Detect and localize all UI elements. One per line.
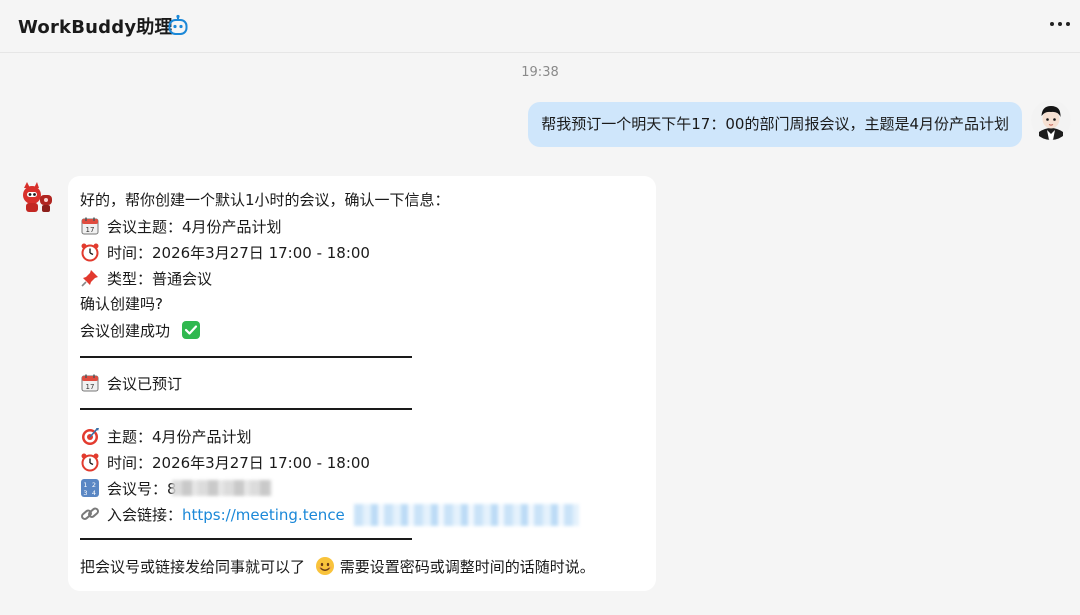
topic-row: 17 会议主题：4月份产品计划: [80, 216, 282, 237]
divider-line: [80, 356, 412, 358]
svg-text:17: 17: [86, 383, 95, 391]
message-timestamp: 19:38: [521, 65, 559, 80]
alarm-clock-icon: [81, 243, 99, 262]
subject-row: 主题：4月份产品计划: [80, 426, 252, 447]
bot-intro-text: 好的，帮你创建一个默认1小时的会议，确认一下信息：: [80, 191, 450, 209]
type-row: 类型：普通会议: [80, 268, 212, 289]
success-text: 会议创建成功: [80, 322, 171, 340]
join-link-label: 入会链接：: [107, 506, 183, 524]
smile-emoji-icon: [315, 557, 334, 575]
time-row: 时间：2026年3月27日 17:00 - 18:00: [80, 242, 370, 263]
pushpin-icon: [81, 270, 98, 287]
blurred-meeting-number: [172, 480, 272, 496]
svg-text:2: 2: [92, 481, 96, 489]
booked-text: 会议已预订: [107, 375, 183, 393]
svg-text:17: 17: [86, 226, 95, 234]
closing-text: 把会议号或链接发给同事就可以了: [80, 558, 306, 576]
chat-header: WorkBuddy助理: [0, 0, 1080, 53]
bot-message-bubble: 好的，帮你创建一个默认1小时的会议，确认一下信息： 17 会议主题：4月份产品计划…: [68, 176, 656, 591]
booked-row: 17 会议已预订: [80, 373, 182, 394]
confirm-text: 确认创建吗?: [80, 295, 163, 313]
calendar-icon: 17: [81, 217, 99, 235]
bot-avatar[interactable]: [18, 177, 58, 217]
time-text-2: 时间：2026年3月27日 17:00 - 18:00: [107, 454, 370, 472]
check-mark-icon: [181, 321, 200, 339]
calendar-icon: 17: [81, 374, 99, 392]
more-icon[interactable]: [1048, 14, 1072, 34]
time-text: 时间：2026年3月27日 17:00 - 18:00: [107, 244, 370, 262]
user-avatar[interactable]: [1031, 100, 1071, 140]
robot-icon: [168, 14, 188, 35]
topic-text: 会议主题：4月份产品计划: [107, 218, 282, 236]
numbers-icon: 1 23 4: [81, 479, 99, 497]
closing-text-2: 需要设置密码或调整时间的话随时说。: [339, 558, 595, 576]
svg-text:4: 4: [92, 489, 96, 497]
user-message-bubble: 帮我预订一个明天下午17：00的部门周报会议，主题是4月份产品计划: [528, 102, 1022, 147]
closing-row: 把会议号或链接发给同事就可以了 需要设置密码或调整时间的话随时说。: [80, 556, 595, 577]
time-row-2: 时间：2026年3月27日 17:00 - 18:00: [80, 452, 370, 473]
meeting-number-label: 会议号：: [107, 480, 168, 498]
svg-text:3: 3: [83, 489, 87, 497]
svg-text:1: 1: [83, 481, 87, 489]
join-link[interactable]: https://meeting.tence: [182, 506, 345, 524]
dart-target-icon: [82, 428, 99, 445]
meeting-number-row: 1234会议号：8: [80, 478, 177, 499]
success-row: 会议创建成功: [80, 320, 201, 341]
divider-line: [80, 538, 412, 540]
blurred-join-link: [354, 504, 579, 526]
link-icon: [81, 507, 99, 520]
divider-line: [80, 408, 412, 410]
subject-text: 主题：4月份产品计划: [107, 428, 252, 446]
alarm-clock-icon: [81, 453, 99, 472]
type-text: 类型：普通会议: [107, 270, 213, 288]
join-link-row: 入会链接：https://meeting.tence: [80, 504, 345, 525]
chat-title: WorkBuddy助理: [18, 17, 173, 38]
